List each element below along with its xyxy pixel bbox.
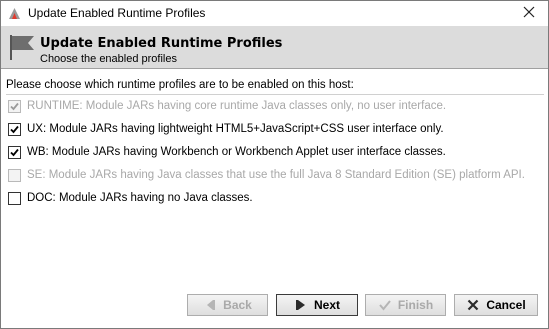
next-arrow-icon [294, 298, 308, 312]
header-title: Update Enabled Runtime Profiles [40, 36, 283, 51]
doc-checkbox[interactable] [8, 191, 21, 205]
option-se: SE: Module JARs having Java classes that… [8, 167, 525, 183]
doc-label: DOC: Module JARs having no Java classes. [27, 192, 253, 204]
next-button-label: Next [313, 298, 340, 312]
cancel-button[interactable]: Cancel [454, 294, 538, 316]
header-divider [1, 68, 548, 69]
option-wb[interactable]: WB: Module JARs having Workbench or Work… [8, 144, 446, 160]
se-label: SE: Module JARs having Java classes that… [27, 169, 525, 181]
back-button-label: Back [223, 298, 252, 312]
header-subtitle: Choose the enabled profiles [40, 53, 177, 65]
content-divider [6, 94, 544, 95]
option-ux[interactable]: UX: Module JARs having lightweight HTML5… [8, 121, 444, 137]
window-title: Update Enabled Runtime Profiles [28, 6, 206, 20]
back-arrow-icon [203, 298, 217, 312]
ux-label: UX: Module JARs having lightweight HTML5… [27, 123, 444, 135]
title-bar: Update Enabled Runtime Profiles [1, 1, 548, 26]
next-button[interactable]: Next [276, 294, 358, 316]
close-icon [523, 6, 535, 21]
dialog-window: Update Enabled Runtime Profiles Update E… [0, 0, 549, 329]
profiles-prompt: Please choose which runtime profiles are… [6, 79, 354, 91]
checkmark-icon [378, 298, 392, 312]
niagara-app-icon [8, 7, 21, 20]
ux-checkbox[interactable] [8, 122, 21, 136]
se-checkbox [8, 168, 21, 182]
cancel-button-label: Cancel [486, 298, 526, 312]
finish-button[interactable]: Finish [365, 294, 446, 316]
runtime-checkbox [8, 99, 21, 113]
finish-button-label: Finish [397, 298, 434, 312]
option-doc[interactable]: DOC: Module JARs having no Java classes. [8, 190, 253, 206]
wizard-header: Update Enabled Runtime Profiles Choose t… [1, 26, 548, 68]
close-button[interactable] [516, 3, 542, 23]
x-icon [466, 298, 480, 312]
flag-icon [7, 32, 37, 62]
wb-checkbox[interactable] [8, 145, 21, 159]
runtime-label: RUNTIME: Module JARs having core runtime… [27, 100, 447, 112]
option-runtime: RUNTIME: Module JARs having core runtime… [8, 98, 446, 114]
wb-label: WB: Module JARs having Workbench or Work… [27, 146, 446, 158]
back-button[interactable]: Back [187, 294, 268, 316]
